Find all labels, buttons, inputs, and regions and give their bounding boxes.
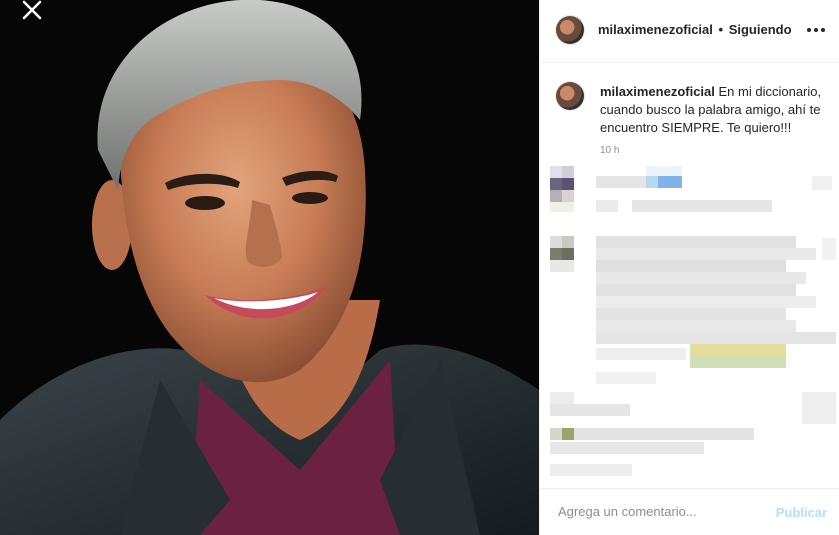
publish-button[interactable]: Publicar [776, 505, 827, 520]
close-icon[interactable] [18, 0, 46, 24]
caption-username[interactable]: milaximenezoficial [600, 84, 715, 99]
portrait-image [0, 0, 539, 535]
comments-list-censored [540, 162, 839, 488]
pixelated-comments [550, 166, 836, 476]
post-header: milaximenezoficial • Siguiendo [540, 0, 839, 63]
comment-input[interactable] [556, 503, 770, 520]
follow-status-button[interactable]: Siguiendo [729, 22, 792, 37]
separator-dot: • [718, 22, 724, 37]
author-avatar[interactable] [556, 16, 584, 44]
more-options-icon[interactable] [807, 22, 825, 38]
post-photo [0, 0, 539, 535]
post-side-panel: milaximenezoficial • Siguiendo milaximen… [539, 0, 839, 535]
caption-text: milaximenezoficial En mi diccionario, cu… [600, 83, 836, 137]
post-timestamp[interactable]: 10 h [600, 145, 619, 156]
author-username[interactable]: milaximenezoficial [598, 22, 713, 37]
comment-form: Publicar [540, 488, 839, 535]
header-text: milaximenezoficial • Siguiendo [598, 22, 792, 37]
caption-author-avatar[interactable] [556, 82, 584, 110]
